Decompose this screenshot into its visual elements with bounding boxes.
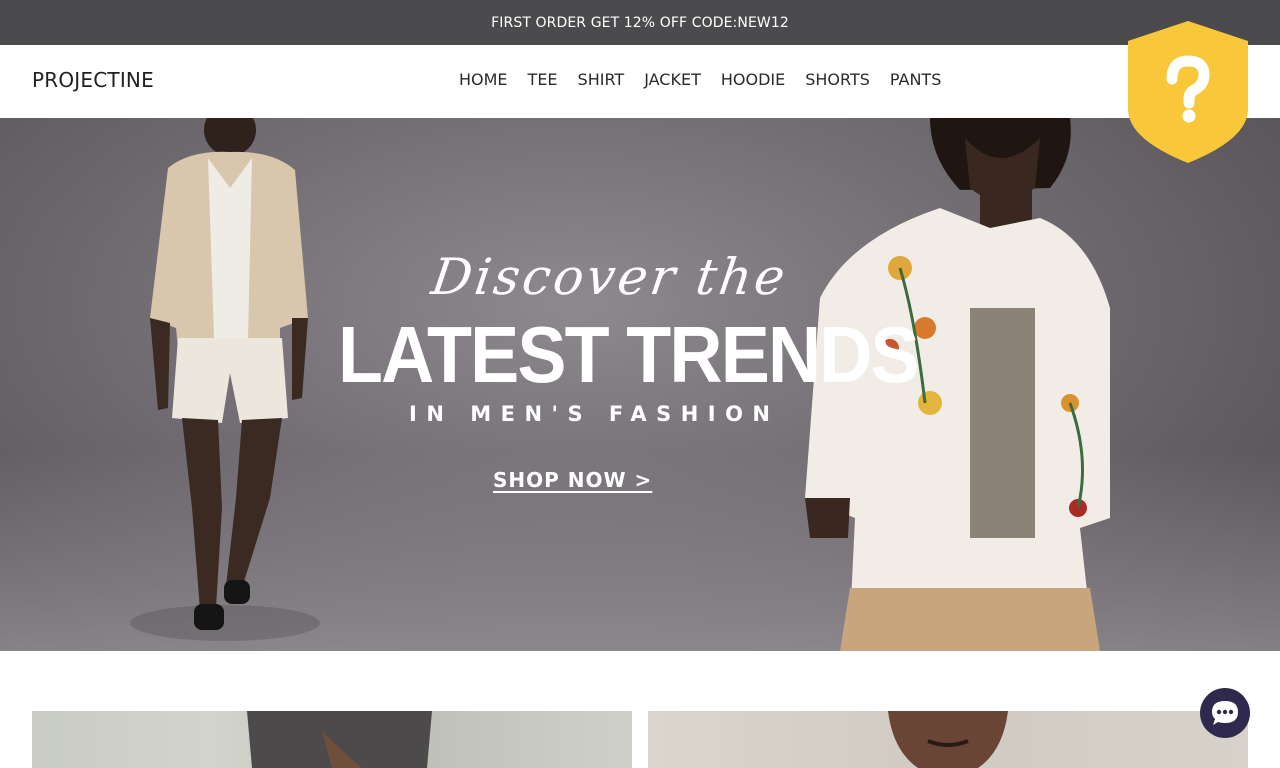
nav-item-pants[interactable]: PANTS — [880, 70, 951, 89]
product-card-left[interactable] — [32, 711, 632, 768]
product-card-right[interactable] — [648, 711, 1248, 768]
nav-item-hoodie[interactable]: HOODIE — [711, 70, 795, 89]
announcement-text: FIRST ORDER GET 12% OFF CODE:NEW12 — [491, 14, 789, 31]
hero-title: LATEST TRENDS — [338, 310, 920, 399]
nav-item-tee[interactable]: TEE — [518, 70, 568, 89]
nav-item-shirt[interactable]: SHIRT — [568, 70, 635, 89]
hero-subtitle: IN MEN'S FASHION — [409, 402, 780, 426]
nav-item-jacket[interactable]: JACKET — [634, 70, 711, 89]
question-shield-icon[interactable] — [1126, 19, 1250, 165]
nav-item-shorts[interactable]: SHORTS — [795, 70, 880, 89]
hero-script-heading: Discover the — [427, 248, 792, 306]
main-nav: HOME TEE SHIRT JACKET HOODIE SHORTS PANT… — [449, 70, 951, 89]
hero-model-left — [130, 118, 320, 641]
product-image-right — [888, 711, 1008, 768]
site-header: PROJECTINE HOME TEE SHIRT JACKET HOODIE … — [0, 45, 1280, 118]
announcement-bar: FIRST ORDER GET 12% OFF CODE:NEW12 — [0, 0, 1280, 45]
product-image-left — [247, 711, 432, 768]
chat-bubble-icon[interactable] — [1200, 688, 1250, 738]
product-grid — [0, 651, 1280, 768]
shop-now-link[interactable]: SHOP NOW > — [493, 468, 652, 492]
nav-item-home[interactable]: HOME — [449, 70, 518, 89]
site-logo[interactable]: PROJECTINE — [32, 68, 154, 92]
hero-banner: Discover the LATEST TRENDS IN MEN'S FASH… — [0, 118, 1280, 651]
